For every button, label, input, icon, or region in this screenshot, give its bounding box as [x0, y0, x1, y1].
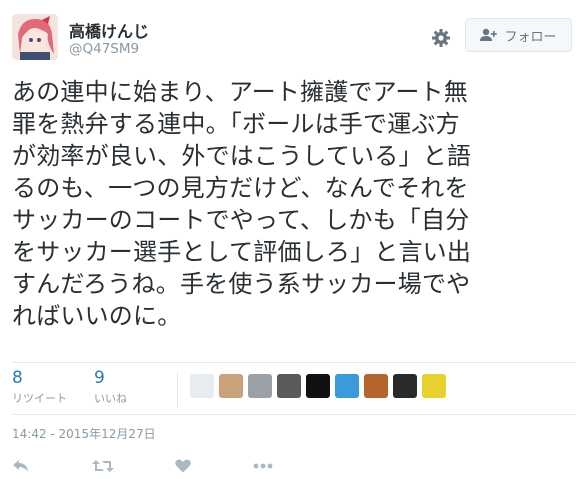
liker-avatar-6[interactable] [335, 374, 359, 398]
liker-avatars [190, 374, 446, 398]
liker-avatar-2[interactable] [219, 374, 243, 398]
retweet-stat[interactable]: 8 リツイート [12, 368, 67, 406]
add-user-icon [480, 28, 498, 41]
liker-avatar-1[interactable] [190, 374, 214, 398]
retweet-icon[interactable] [90, 456, 116, 476]
divider [12, 362, 576, 363]
reply-icon[interactable] [8, 456, 34, 476]
screen-name[interactable]: @Q47SM9 [69, 41, 139, 57]
like-icon[interactable] [170, 456, 196, 476]
divider [12, 414, 576, 415]
tweet-text-line: が効率が良い、外ではこうしている」と語 [12, 142, 472, 170]
liker-avatar-4[interactable] [277, 374, 301, 398]
tweet-actions [0, 456, 588, 476]
gear-icon[interactable] [428, 25, 454, 51]
tweet-text-line: すんだろうね。手を使う系サッカー場でや [12, 270, 471, 298]
avatar-illustration [12, 14, 58, 60]
retweet-count: 8 [12, 368, 23, 388]
tweet-text-line: をサッカー選手として評価しろ」と言い出 [12, 238, 472, 266]
liker-avatar-5[interactable] [306, 374, 330, 398]
follow-button[interactable]: フォロー [465, 18, 572, 52]
more-icon[interactable] [250, 456, 276, 476]
liker-avatar-8[interactable] [393, 374, 417, 398]
follow-button-label: フォロー [504, 29, 557, 45]
liker-avatar-7[interactable] [364, 374, 388, 398]
tweet-text-line: ればいいのに。 [12, 302, 182, 330]
like-label: いいね [94, 392, 127, 405]
tweet-text-line: 罪を熱弁する連中。「ボールは手で運ぶ方 [12, 110, 460, 138]
retweet-label: リツイート [12, 392, 67, 405]
tweet-text-line: るのも、一つの見方だけど、なんでそれを [12, 174, 469, 202]
stat-separator [177, 372, 178, 408]
timestamp[interactable]: 14:42 - 2015年12月27日 [12, 425, 156, 442]
liker-avatar-3[interactable] [248, 374, 272, 398]
avatar[interactable] [12, 14, 58, 60]
liker-avatar-9[interactable] [422, 374, 446, 398]
tweet-text-line: あの連中に始まり、アート擁護でアート無 [12, 78, 468, 106]
tweet-text-line: サッカーのコートでやって、しかも「自分 [12, 206, 470, 234]
like-stat[interactable]: 9 いいね [94, 368, 127, 406]
like-count: 9 [94, 368, 105, 388]
display-name[interactable]: 高橋けんじ [69, 18, 149, 42]
tweet-text: あの連中に始まり、アート擁護でアート無 罪を熱弁する連中。「ボールは手で運ぶ方 … [12, 76, 578, 332]
